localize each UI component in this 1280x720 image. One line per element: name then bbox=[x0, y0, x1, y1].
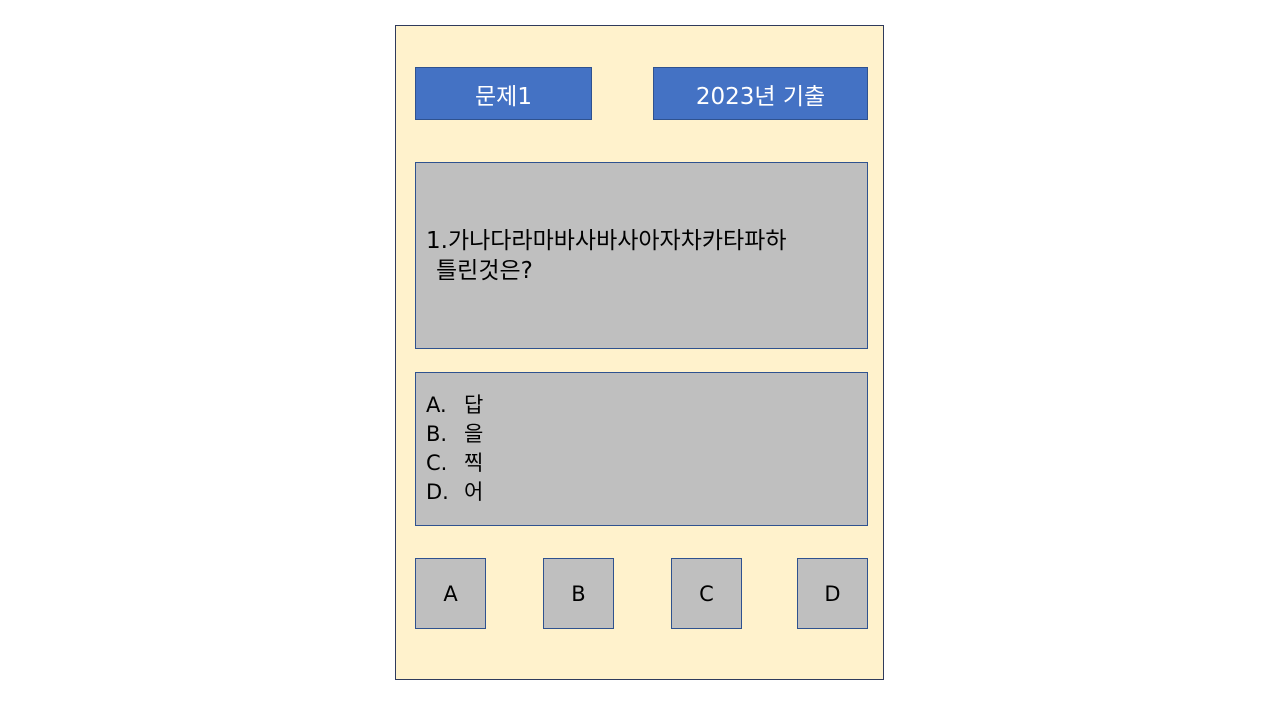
answer-c-button[interactable]: C bbox=[671, 558, 742, 629]
option-b: B. 을 bbox=[426, 420, 867, 449]
question-box: 1.가나다라마바사바사아자차카타파하 틀린것은? bbox=[415, 162, 868, 349]
option-letter: C. bbox=[426, 451, 448, 475]
answer-a-button[interactable]: A bbox=[415, 558, 486, 629]
answer-b-button[interactable]: B bbox=[543, 558, 614, 629]
option-text: 을 bbox=[464, 422, 484, 446]
option-text: 어 bbox=[464, 480, 484, 504]
option-a: A. 답 bbox=[426, 391, 867, 420]
option-letter: D. bbox=[426, 480, 449, 504]
option-text: 답 bbox=[464, 393, 484, 417]
option-letter: A. bbox=[426, 393, 447, 417]
question-text-line2: 틀린것은? bbox=[436, 257, 533, 284]
answer-d-button[interactable]: D bbox=[797, 558, 868, 629]
option-d: D. 어 bbox=[426, 478, 867, 507]
problem-number-label: 문제1 bbox=[415, 67, 592, 120]
question-text-line1: 1.가나다라마바사바사아자차카타파하 bbox=[426, 227, 787, 254]
option-text: 찍 bbox=[464, 451, 484, 475]
option-letter: B. bbox=[426, 422, 448, 446]
option-c: C. 찍 bbox=[426, 449, 867, 478]
options-box: A. 답 B. 을 C. 찍 D. 어 bbox=[415, 372, 868, 526]
exam-year-label: 2023년 기출 bbox=[653, 67, 868, 120]
